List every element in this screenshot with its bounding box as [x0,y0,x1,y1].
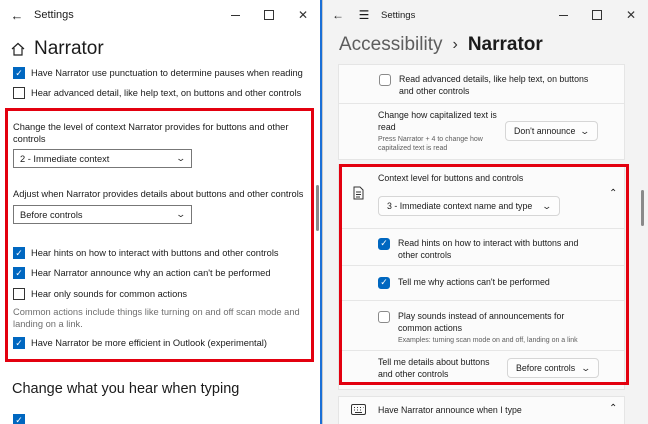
chevron-down-icon: ⌄ [579,125,591,136]
checkbox-checked-icon[interactable]: ✓ [13,247,25,259]
checkbox-unchecked-icon[interactable] [13,288,25,300]
back-arrow-icon[interactable]: ← [323,0,353,30]
checkbox-label: Play sounds instead of announcements for… [398,311,565,333]
typing-label: Have Narrator announce when I type [378,405,522,415]
menu-icon[interactable]: ☰ [353,0,375,30]
chevron-down-icon: ⌄ [175,209,187,219]
hints-checkbox[interactable]: ✓ Hear hints on how to interact with but… [13,247,279,259]
breadcrumb-parent[interactable]: Accessibility [339,34,442,56]
context-level-label: Change the level of context Narrator pro… [13,122,289,144]
chevron-down-icon: ⌄ [175,153,187,163]
details-timing-dropdown[interactable]: Before controls ⌄ [13,205,192,224]
window-title: Settings [34,9,74,21]
minimize-icon[interactable] [218,0,252,30]
checkbox-label: Have Narrator be more efficient in Outlo… [31,338,267,348]
setting-hint: Press Narrator + 4 to change how capital… [378,136,483,152]
tell-why-checkbox[interactable]: ✓ Tell me why actions can't be performed [378,277,550,289]
details-dropdown[interactable]: Before controls ⌄ [507,358,599,378]
checkbox-label: Read hints on how to interact with butto… [398,238,579,260]
back-arrow-icon[interactable]: ← [0,0,34,30]
divider [339,350,624,351]
right-settings-window: ← ☰ Settings ✕ Accessibility › Narrator … [322,0,648,424]
dropdown-value: 2 - Immediate context [20,153,110,164]
outlook-checkbox[interactable]: ✓ Have Narrator be more efficient in Out… [13,337,267,349]
page-header: Narrator [10,38,104,60]
common-actions-description: Common actions include things like turni… [13,307,300,329]
chevron-down-icon: ⌄ [580,362,592,373]
checkbox-unchecked-icon[interactable] [379,74,391,86]
checkbox-label: Have Narrator use punctuation to determi… [31,68,303,78]
checkbox-label: Hear advanced detail, like help text, on… [31,88,302,98]
read-hints-checkbox[interactable]: ✓ Read hints on how to interact with but… [378,238,598,261]
typing-section-heading: Change what you hear when typing [12,381,240,397]
minimize-icon[interactable] [546,0,580,30]
keyboard-icon [351,404,366,415]
breadcrumb-current: Narrator [467,34,543,55]
capitalized-dropdown[interactable]: Don't announce ⌄ [505,121,598,141]
divider [339,300,624,301]
context-card-title: Context level for buttons and controls [378,173,524,183]
advanced-details-checkbox[interactable]: Read advanced details, like help text, o… [379,74,604,97]
dropdown-value: Before controls [516,363,576,373]
checkbox-checked-icon[interactable]: ✓ [378,277,390,289]
chevron-down-icon: ⌄ [541,200,553,211]
maximize-icon[interactable] [580,0,614,30]
checkbox-unchecked-icon[interactable] [13,87,25,99]
left-titlebar: ← Settings ✕ [0,0,320,30]
chevron-up-icon[interactable]: ⌃ [609,403,617,414]
checkbox-label: Hear hints on how to interact with butto… [31,248,279,258]
divider [339,103,624,104]
details-timing-label: Adjust when Narrator provides details ab… [13,189,304,199]
right-scrollbar-thumb[interactable] [641,190,644,226]
checkbox-checked-icon[interactable]: ✓ [13,67,25,79]
advanced-detail-checkbox[interactable]: Hear advanced detail, like help text, on… [13,87,301,99]
checkbox-unchecked-icon[interactable] [378,311,390,323]
dropdown-value: 3 - Immediate context name and type [387,201,533,211]
checkbox-checked-icon[interactable]: ✓ [13,267,25,279]
left-settings-window: ← Settings ✕ Narrator ✓ Have Narrator us… [0,0,320,424]
checkbox-label: Read advanced details, like help text, o… [399,74,589,96]
checkbox-label: Hear only sounds for common actions [31,289,188,299]
why-action-checkbox[interactable]: ✓ Hear Narrator announce why an action c… [13,267,271,279]
divider [339,228,624,229]
page-title: Narrator [34,38,104,59]
context-level-dropdown[interactable]: 3 - Immediate context name and type ⌄ [378,196,560,216]
checkbox-checked-icon[interactable]: ✓ [378,238,390,250]
breadcrumb-separator: › [452,36,458,53]
maximize-icon[interactable] [252,0,286,30]
context-level-dropdown[interactable]: 2 - Immediate context ⌄ [13,149,192,168]
window-title: Settings [381,9,416,21]
divider [339,265,624,266]
close-icon[interactable]: ✕ [614,0,648,30]
play-sounds-checkbox[interactable]: Play sounds instead of announcements for… [378,311,618,345]
right-titlebar: ← ☰ Settings ✕ [323,0,648,30]
checkbox-label: Hear Narrator announce why an action can… [31,268,271,278]
document-icon [353,186,364,200]
checkbox-label: Tell me why actions can't be performed [398,277,550,287]
checkbox-checked-icon[interactable]: ✓ [13,414,25,424]
left-scrollbar-thumb[interactable] [316,185,319,231]
checkbox-example: Examples: turning scan mode on and off, … [398,337,578,344]
partial-checkbox[interactable]: ✓ [13,414,31,424]
setting-label: Change how capitalized text is read [378,110,497,132]
dropdown-value: Before controls [20,209,83,220]
capitalized-setting: Change how capitalized text is read Pres… [378,110,498,153]
punctuation-checkbox[interactable]: ✓ Have Narrator use punctuation to deter… [13,67,303,79]
only-sounds-checkbox[interactable]: Hear only sounds for common actions [13,288,187,300]
home-icon[interactable] [10,41,26,57]
checkbox-checked-icon[interactable]: ✓ [13,337,25,349]
dropdown-value: Don't announce [514,126,576,136]
details-label: Tell me details about buttons and other … [378,357,490,379]
chevron-up-icon[interactable]: ⌃ [609,188,617,199]
checkbox-text: Play sounds instead of announcements for… [398,311,598,345]
close-icon[interactable]: ✕ [286,0,320,30]
breadcrumb: Accessibility › Narrator [339,34,543,56]
